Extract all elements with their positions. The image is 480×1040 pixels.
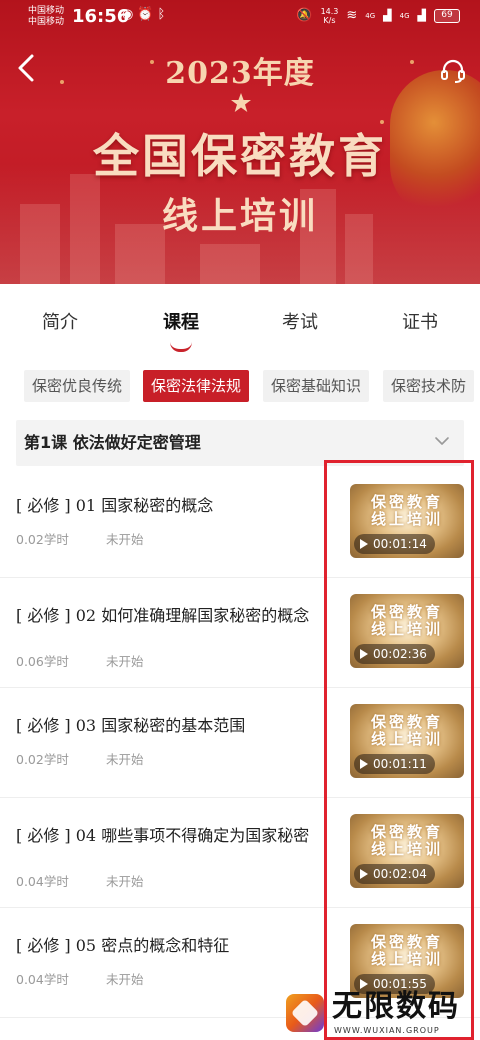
watermark-url: WWW.WUXIAN.GROUP (334, 1026, 440, 1035)
tab-intro[interactable]: 简介 (42, 310, 78, 336)
course-title: [ 必修 ] 01 国家秘密的概念 (16, 496, 214, 515)
duration-badge: 00:02:04 (354, 864, 435, 884)
carrier-1: 中国移动 (28, 6, 65, 16)
status-bar: 中国移动 中国移动 16:56 ◉⏰ᛒ 🔕 14.3 K/s ≋ 4G ▟ 4G… (0, 0, 480, 34)
net-speed-unit: K/s (323, 16, 336, 25)
tab-bar: 简介 课程 考试 证书 (0, 300, 480, 352)
course-meta: 0.02学时 未开始 (16, 752, 144, 768)
course-status: 未开始 (106, 654, 144, 669)
banner-subtitle: 线上培训 (161, 195, 318, 237)
wifi-icon: ≋ (346, 8, 358, 23)
banner-title: 全国保密教育 (93, 129, 387, 183)
video-thumbnail[interactable]: 保密教育 线上培训 00:01:55 (350, 924, 464, 998)
course-item[interactable]: [ 必修 ] 04 哪些事项不得确定为国家秘密 0.04学时 未开始 保密教育 … (0, 798, 480, 908)
status-right: 🔕 14.3 K/s ≋ 4G ▟ 4G ▟ 69 (296, 7, 460, 25)
net-speed-value: 14.3 (320, 7, 339, 16)
category-chip[interactable]: 保密基础知识 (263, 370, 370, 402)
signal-2-label: 4G (399, 12, 410, 20)
signal-1-label: 4G (365, 12, 376, 20)
carrier-labels: 中国移动 中国移动 (28, 6, 64, 28)
video-thumbnail[interactable]: 保密教育 线上培训 00:01:11 (350, 704, 464, 778)
course-hours: 0.04学时 (16, 874, 69, 889)
duration-badge: 00:02:36 (354, 644, 435, 664)
video-thumbnail[interactable]: 保密教育 线上培训 00:02:36 (350, 594, 464, 668)
course-meta: 0.02学时 未开始 (16, 532, 144, 548)
duration-badge: 00:01:11 (354, 754, 435, 774)
category-chip-active[interactable]: 保密法律法规 (143, 370, 250, 402)
net-speed: 14.3 K/s (321, 7, 339, 25)
chevron-down-icon (435, 437, 449, 445)
status-icons: ◉⏰ᛒ (122, 7, 170, 22)
tab-courses[interactable]: 课程 (163, 310, 199, 336)
course-title: [ 必修 ] 04 哪些事项不得确定为国家秘密 (16, 826, 310, 845)
status-time: 16:56 (72, 6, 130, 27)
battery-indicator: 69 (434, 9, 460, 23)
eye-icon: ◉ (122, 7, 138, 22)
banner-year: 2023年度 (165, 56, 315, 91)
course-meta: 0.04学时 未开始 (16, 972, 144, 988)
category-chip[interactable]: 保密优良传统 (24, 370, 131, 402)
course-item[interactable]: [ 必修 ] 03 国家秘密的基本范围 0.02学时 未开始 保密教育 线上培训… (0, 688, 480, 798)
video-thumbnail[interactable]: 保密教育 线上培训 00:01:14 (350, 484, 464, 558)
video-duration: 00:02:36 (373, 647, 427, 661)
course-item[interactable]: [ 必修 ] 02 如何准确理解国家秘密的概念 0.06学时 未开始 保密教育 … (0, 578, 480, 688)
course-meta: 0.04学时 未开始 (16, 874, 144, 890)
course-status: 未开始 (106, 532, 144, 547)
video-duration: 00:01:14 (373, 537, 427, 551)
watermark: 无限数码 WWW.WUXIAN.GROUP (282, 988, 462, 1038)
course-title: [ 必修 ] 02 如何准确理解国家秘密的概念 (16, 606, 310, 625)
thumbnail-text: 保密教育 线上培训 (370, 493, 443, 528)
duration-badge: 00:01:14 (354, 534, 435, 554)
signal-icon: ▟ (383, 9, 392, 22)
tab-certificate[interactable]: 证书 (402, 310, 438, 336)
watermark-logo-icon (286, 994, 324, 1032)
course-hours: 0.02学时 (16, 752, 69, 767)
course-status: 未开始 (106, 874, 144, 889)
category-chips: 保密优良传统 保密法律法规 保密基础知识 保密技术防 (0, 370, 480, 404)
course-status: 未开始 (106, 972, 144, 987)
banner-sparkle (380, 120, 384, 124)
bluetooth-icon: ᛒ (157, 7, 170, 22)
course-hours: 0.02学时 (16, 532, 69, 547)
lesson-header[interactable]: 第1课 依法做好定密管理 (16, 420, 464, 466)
watermark-brand: 无限数码 (332, 989, 460, 1024)
tab-exam[interactable]: 考试 (282, 310, 318, 336)
thumbnail-text: 保密教育 线上培训 (370, 823, 443, 858)
course-banner: 中国移动 中国移动 16:56 ◉⏰ᛒ 🔕 14.3 K/s ≋ 4G ▟ 4G… (0, 0, 480, 284)
active-tab-indicator (170, 342, 192, 352)
carrier-2: 中国移动 (28, 17, 65, 27)
thumbnail-text: 保密教育 线上培训 (370, 603, 443, 638)
play-icon (360, 539, 368, 549)
thumbnail-text: 保密教育 线上培训 (370, 933, 443, 968)
course-hours: 0.04学时 (16, 972, 69, 987)
course-title: [ 必修 ] 05 密点的概念和特征 (16, 936, 230, 955)
course-meta: 0.06学时 未开始 (16, 654, 144, 670)
course-title: [ 必修 ] 03 国家秘密的基本范围 (16, 716, 246, 735)
banner-building (200, 244, 260, 284)
play-icon (360, 759, 368, 769)
course-hours: 0.06学时 (16, 654, 69, 669)
alarm-icon: ⏰ (137, 7, 158, 22)
play-icon (360, 649, 368, 659)
signal-icon: ▟ (417, 9, 426, 22)
video-duration: 00:02:04 (373, 867, 427, 881)
category-chip[interactable]: 保密技术防 (383, 370, 475, 402)
play-icon (360, 869, 368, 879)
video-thumbnail[interactable]: 保密教育 线上培训 00:02:04 (350, 814, 464, 888)
course-status: 未开始 (106, 752, 144, 767)
course-item[interactable]: [ 必修 ] 01 国家秘密的概念 0.02学时 未开始 保密教育 线上培训 0… (0, 468, 480, 578)
lesson-title: 第1课 依法做好定密管理 (24, 433, 201, 452)
thumbnail-text: 保密教育 线上培训 (370, 713, 443, 748)
star-icon (231, 93, 251, 112)
mute-icon: 🔕 (296, 8, 313, 23)
video-duration: 00:01:11 (373, 757, 427, 771)
